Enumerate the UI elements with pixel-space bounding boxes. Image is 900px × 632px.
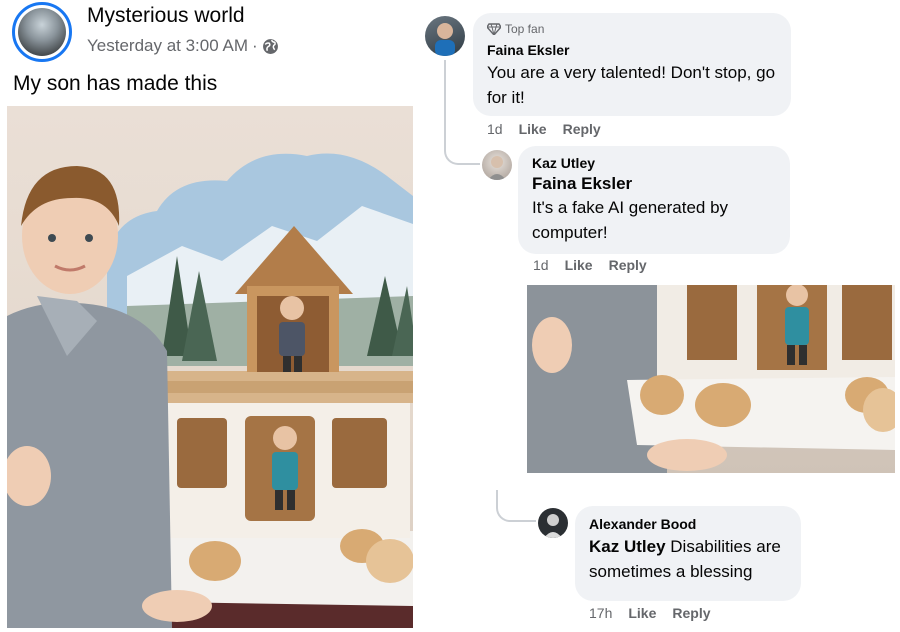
top-fan-badge: Top fan bbox=[487, 22, 777, 36]
comment-actions: 1d Like Reply bbox=[533, 257, 647, 273]
post: Mysterious world Yesterday at 3:00 AM · … bbox=[0, 0, 420, 632]
like-button[interactable]: Like bbox=[519, 121, 547, 137]
globe-icon bbox=[262, 38, 278, 54]
comment-text: It's a fake AI generated by computer! bbox=[532, 198, 729, 242]
post-text: My son has made this bbox=[13, 72, 218, 95]
mention-link[interactable]: Kaz Utley bbox=[589, 537, 666, 556]
comment-author[interactable]: Faina Eksler bbox=[487, 42, 777, 58]
comment-author[interactable]: Alexander Bood bbox=[589, 516, 787, 532]
avatar-icon bbox=[435, 23, 455, 56]
photo-illustration bbox=[527, 285, 895, 473]
commenter-avatar[interactable] bbox=[538, 508, 568, 538]
reply-button[interactable]: Reply bbox=[609, 257, 647, 273]
post-meta: Yesterday at 3:00 AM · bbox=[87, 36, 279, 56]
comment-age[interactable]: 1d bbox=[533, 257, 549, 273]
comment-photo[interactable] bbox=[527, 285, 895, 473]
comment-bubble: Alexander Bood Kaz Utley Disabilities ar… bbox=[575, 506, 801, 601]
comment-bubble: Top fan Faina Eksler You are a very tale… bbox=[473, 13, 791, 116]
post-photo[interactable] bbox=[7, 106, 413, 628]
mention-link[interactable]: Faina Eksler bbox=[532, 174, 776, 194]
avatar-icon bbox=[488, 156, 506, 180]
thread-line bbox=[444, 60, 446, 144]
comment-body: Kaz Utley Disabilities are sometimes a b… bbox=[589, 534, 787, 584]
reply-connector bbox=[444, 143, 480, 165]
comment-actions: 17h Like Reply bbox=[589, 605, 711, 621]
badge-label: Top fan bbox=[505, 22, 545, 36]
comment-author[interactable]: Kaz Utley bbox=[532, 155, 776, 171]
photo-illustration bbox=[7, 153, 413, 628]
commenter-avatar[interactable] bbox=[482, 150, 512, 180]
like-button[interactable]: Like bbox=[628, 605, 656, 621]
comment-text: You are a very talented! Don't stop, go … bbox=[487, 63, 776, 107]
diamond-icon bbox=[487, 23, 501, 35]
post-timestamp[interactable]: Yesterday at 3:00 AM bbox=[87, 36, 248, 56]
like-button[interactable]: Like bbox=[565, 257, 593, 273]
reply-connector bbox=[496, 490, 536, 522]
meta-separator: · bbox=[251, 36, 258, 55]
comment-actions: 1d Like Reply bbox=[487, 121, 601, 137]
comment-bubble: Kaz Utley Faina Eksler It's a fake AI ge… bbox=[518, 146, 790, 254]
reply-button[interactable]: Reply bbox=[563, 121, 601, 137]
comment-age[interactable]: 17h bbox=[589, 605, 612, 621]
commenter-avatar[interactable] bbox=[425, 16, 465, 56]
reply-button[interactable]: Reply bbox=[672, 605, 710, 621]
comment-age[interactable]: 1d bbox=[487, 121, 503, 137]
avatar-icon bbox=[544, 514, 562, 538]
page-avatar[interactable] bbox=[12, 2, 72, 62]
post-author[interactable]: Mysterious world bbox=[87, 4, 245, 28]
avatar-image bbox=[18, 8, 66, 56]
